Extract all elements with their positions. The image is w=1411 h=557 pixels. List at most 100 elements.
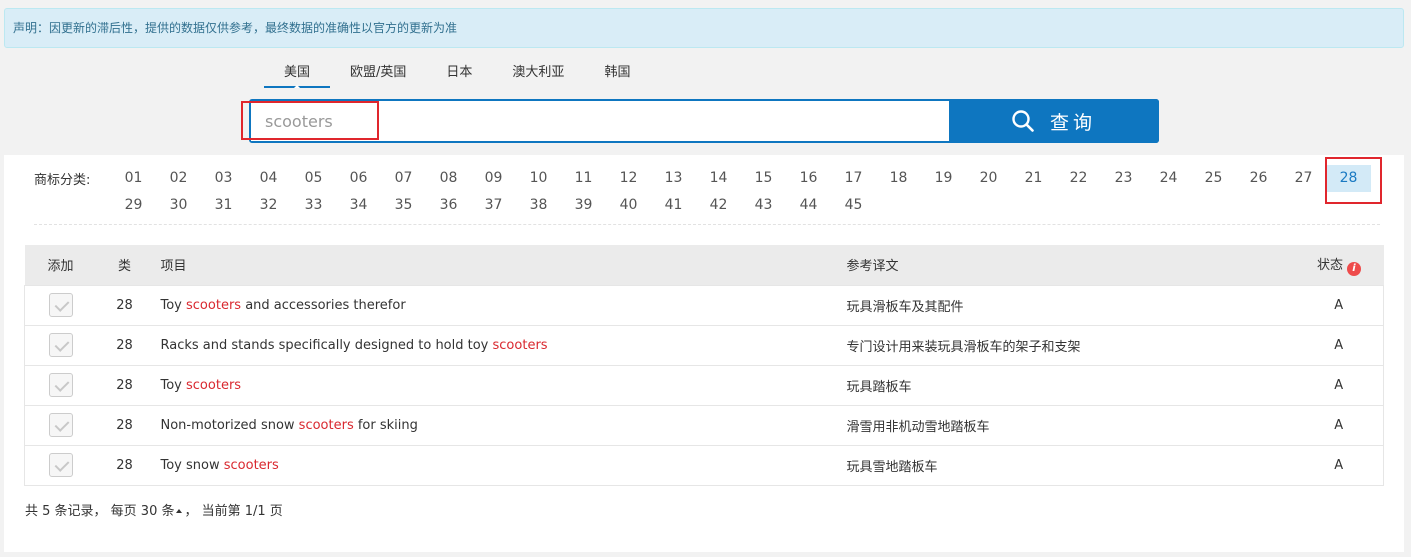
item-text: Toy snow xyxy=(160,457,224,473)
tab-eu-uk[interactable]: 欧盟/英国 xyxy=(330,58,426,88)
class-label: 商标分类: xyxy=(34,173,91,188)
tab-australia[interactable]: 澳大利亚 xyxy=(492,58,584,88)
class-item-28[interactable]: 28 xyxy=(1326,165,1371,192)
class-item-04[interactable]: 04 xyxy=(246,165,291,192)
add-checkbox[interactable] xyxy=(48,413,73,437)
item-text: Racks and stands specifically designed t… xyxy=(160,337,493,353)
class-item-41[interactable]: 41 xyxy=(651,192,696,219)
search-input[interactable] xyxy=(251,101,949,141)
add-checkbox[interactable] xyxy=(48,333,73,357)
class-item-08[interactable]: 08 xyxy=(426,165,471,192)
disclaimer-notice: 声明：因更新的滞后性，提供的数据仅供参考，最终数据的准确性以官方的更新为准 xyxy=(4,8,1404,48)
table-row: 28 Toy snow scooters 玩具雪地踏板车 A xyxy=(24,445,1384,485)
class-item-15[interactable]: 15 xyxy=(741,165,786,192)
class-item-25[interactable]: 25 xyxy=(1191,165,1236,192)
class-item-01[interactable]: 01 xyxy=(111,165,156,192)
class-item-13[interactable]: 13 xyxy=(651,165,696,192)
add-cell xyxy=(25,285,97,325)
class-cell: 28 xyxy=(116,337,133,353)
add-checkbox[interactable] xyxy=(48,293,73,317)
class-cell: 28 xyxy=(116,417,133,433)
class-item-45[interactable]: 45 xyxy=(831,192,876,219)
class-item-32[interactable]: 32 xyxy=(246,192,291,219)
item-cell: Toy scooters and accessories therefor xyxy=(153,285,847,325)
header-status-label: 状态 xyxy=(1316,257,1343,273)
class-item-17[interactable]: 17 xyxy=(831,165,876,192)
class-item-14[interactable]: 14 xyxy=(696,165,741,192)
class-item-35[interactable]: 35 xyxy=(381,192,426,219)
item-text-after: and accessories therefor xyxy=(241,297,406,313)
search-button[interactable]: 查询 xyxy=(949,99,1159,143)
header-translation: 参考译文 xyxy=(846,259,899,275)
header-item: 项目 xyxy=(160,259,187,275)
region-tabs: 美国 欧盟/英国 日本 澳大利亚 韩国 xyxy=(264,58,650,90)
class-item-43[interactable]: 43 xyxy=(741,192,786,219)
class-item-29[interactable]: 29 xyxy=(111,192,156,219)
class-item-09[interactable]: 09 xyxy=(471,165,516,192)
status-cell: A xyxy=(1334,417,1344,433)
class-item-23[interactable]: 23 xyxy=(1101,165,1146,192)
class-item-19[interactable]: 19 xyxy=(921,165,966,192)
add-cell xyxy=(25,445,97,485)
item-text-after: for skiing xyxy=(353,417,418,433)
class-item-27[interactable]: 27 xyxy=(1281,165,1326,192)
add-checkbox[interactable] xyxy=(48,373,73,397)
status-cell: A xyxy=(1334,297,1344,313)
class-item-10[interactable]: 10 xyxy=(516,165,561,192)
class-grid: 01 02 03 04 05 06 07 08 09 10 11 12 13 14 15 16 17 18 19 20… xyxy=(111,165,1391,219)
divider xyxy=(34,224,1380,225)
class-item-24[interactable]: 24 xyxy=(1146,165,1191,192)
class-item-16[interactable]: 16 xyxy=(786,165,831,192)
class-item-07[interactable]: 07 xyxy=(381,165,426,192)
class-item-38[interactable]: 38 xyxy=(516,192,561,219)
header-status: 状态 i xyxy=(1295,245,1384,285)
class-item-34[interactable]: 34 xyxy=(336,192,381,219)
item-text: Toy xyxy=(160,377,187,393)
class-item-05[interactable]: 05 xyxy=(291,165,336,192)
tab-japan[interactable]: 日本 xyxy=(426,58,492,88)
add-cell xyxy=(25,365,97,405)
record-count: 共 5 条记录， 每页 30 条 xyxy=(25,504,175,519)
item-cell: Non-motorized snow scooters for skiing xyxy=(153,405,847,445)
class-item-40[interactable]: 40 xyxy=(606,192,651,219)
page-size-caret-icon[interactable] xyxy=(176,509,183,513)
item-keyword: scooters xyxy=(223,457,279,473)
class-cell: 28 xyxy=(116,297,133,313)
item-text: Toy xyxy=(160,297,187,313)
class-item-12[interactable]: 12 xyxy=(606,165,651,192)
class-item-33[interactable]: 33 xyxy=(291,192,336,219)
class-item-37[interactable]: 37 xyxy=(471,192,516,219)
translation-cell: 玩具滑板车及其配件 xyxy=(846,299,964,315)
class-item-26[interactable]: 26 xyxy=(1236,165,1281,192)
item-cell: Toy scooters xyxy=(153,365,847,405)
class-item-39[interactable]: 39 xyxy=(561,192,606,219)
add-cell xyxy=(25,325,97,365)
class-item-30[interactable]: 30 xyxy=(156,192,201,219)
tab-us[interactable]: 美国 xyxy=(264,58,331,88)
status-cell: A xyxy=(1334,337,1344,353)
class-item-20[interactable]: 20 xyxy=(966,165,1011,192)
add-checkbox[interactable] xyxy=(48,453,73,477)
class-item-36[interactable]: 36 xyxy=(426,192,471,219)
class-item-11[interactable]: 11 xyxy=(561,165,606,192)
results-panel: 商标分类: 01 02 03 04 05 06 07 08 09 10 11 12 13 14 15 16 17… xyxy=(4,155,1404,552)
item-cell: Racks and stands specifically designed t… xyxy=(153,325,847,365)
class-item-42[interactable]: 42 xyxy=(696,192,741,219)
class-item-31[interactable]: 31 xyxy=(201,192,246,219)
search-button-label: 查询 xyxy=(1049,111,1096,134)
class-item-22[interactable]: 22 xyxy=(1056,165,1101,192)
translation-cell: 专门设计用来装玩具滑板车的架子和支架 xyxy=(846,339,1081,355)
class-item-18[interactable]: 18 xyxy=(876,165,921,192)
class-item-21[interactable]: 21 xyxy=(1011,165,1056,192)
class-item-03[interactable]: 03 xyxy=(201,165,246,192)
class-item-44[interactable]: 44 xyxy=(786,192,831,219)
table-row: 28 Toy scooters 玩具踏板车 A xyxy=(24,365,1384,405)
class-item-02[interactable]: 02 xyxy=(156,165,201,192)
item-keyword: scooters xyxy=(186,377,242,393)
item-keyword: scooters xyxy=(492,337,548,353)
class-item-06[interactable]: 06 xyxy=(336,165,381,192)
status-cell: A xyxy=(1334,457,1344,473)
info-icon[interactable]: i xyxy=(1347,261,1361,276)
table-header-row: 添加 类 项目 参考译文 状态 i xyxy=(24,245,1384,285)
tab-korea[interactable]: 韩国 xyxy=(584,58,650,88)
